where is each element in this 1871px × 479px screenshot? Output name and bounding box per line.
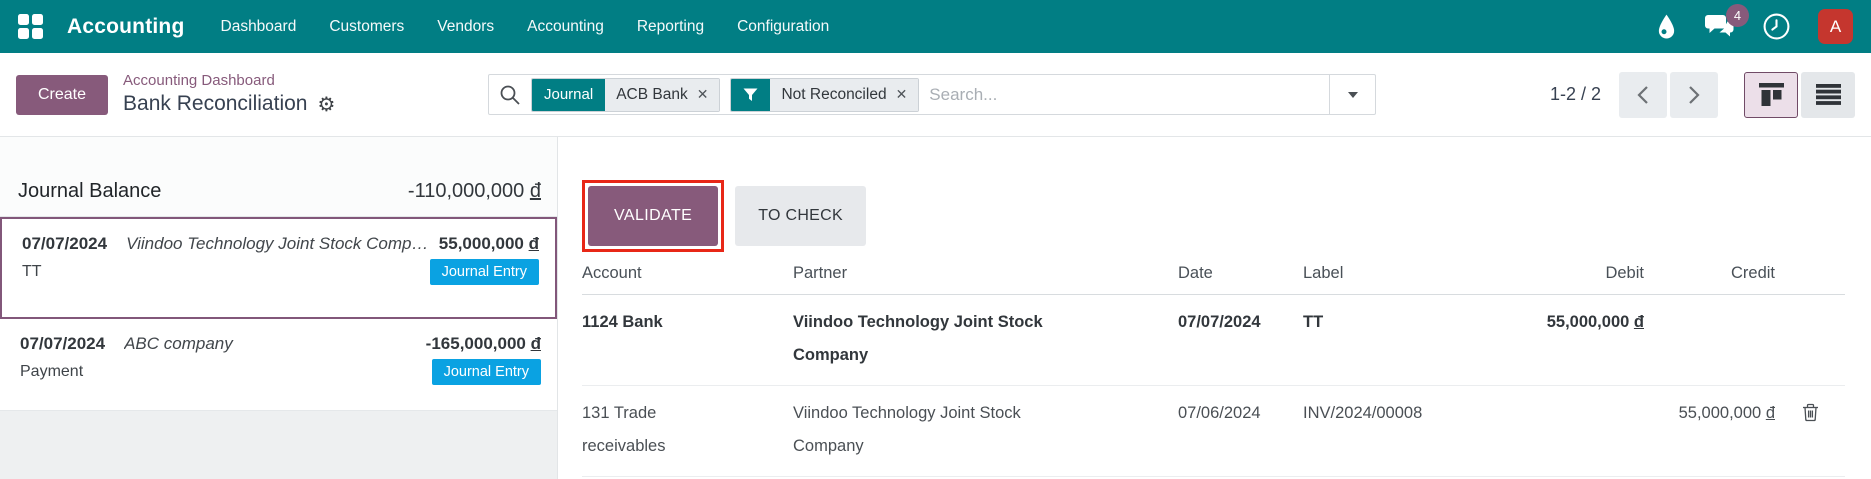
trash-icon xyxy=(1802,403,1818,422)
facet-journal-value: ACB Bank xyxy=(616,85,688,103)
menu-reporting[interactable]: Reporting xyxy=(637,18,704,36)
reconciliation-panel: VALIDATE TO CHECK Account Partner Date L… xyxy=(558,137,1871,479)
cell-account: 1124 Bank xyxy=(582,313,663,331)
journal-entry-badge[interactable]: Journal Entry xyxy=(429,259,539,285)
cell-label: TT xyxy=(1303,313,1324,331)
journal-entry-badge[interactable]: Journal Entry xyxy=(431,359,541,385)
card-date: 07/07/2024 xyxy=(22,234,108,253)
facet-journal-label: Journal xyxy=(532,78,606,111)
cell-credit: 55,000,000 đ xyxy=(1678,404,1775,422)
panel-empty-area xyxy=(0,411,557,479)
list-view-button[interactable] xyxy=(1801,71,1855,118)
column-label: Label xyxy=(1303,264,1344,282)
filter-funnel-icon xyxy=(731,78,771,111)
column-credit: Credit xyxy=(1730,264,1775,282)
table-row[interactable]: 1124 Bank Viindoo Technology Joint Stock… xyxy=(582,295,1845,386)
journal-balance-row: Journal Balance -110,000,000 đ xyxy=(0,137,557,217)
card-amount: 55,000,000 đ xyxy=(438,234,539,253)
card-reference: TT xyxy=(22,263,42,280)
pager-previous-button[interactable] xyxy=(1619,71,1667,118)
breadcrumb-parent-link[interactable]: Accounting Dashboard xyxy=(123,72,335,91)
card-amount: -165,000,000 đ xyxy=(425,334,541,353)
table-row[interactable]: 131 Trade receivables Viindoo Technology… xyxy=(582,386,1845,477)
column-partner: Partner xyxy=(793,264,848,282)
cell-label: INV/2024/00008 xyxy=(1303,404,1423,422)
menu-dashboard[interactable]: Dashboard xyxy=(221,18,297,36)
messages-icon[interactable]: 4 xyxy=(1704,4,1749,40)
cell-partner: Viindoo Technology Joint Stock Company xyxy=(793,313,1043,364)
chevron-down-icon xyxy=(1347,91,1358,98)
menu-vendors[interactable]: Vendors xyxy=(437,18,494,36)
journal-balance-amount: -110,000,000 đ xyxy=(407,180,541,202)
pager-range: 1-2 / 2 xyxy=(1549,84,1601,104)
card-reference: Payment xyxy=(20,363,84,380)
remove-facet-filter-icon[interactable]: ✕ xyxy=(896,87,908,103)
cell-date: 07/07/2024 xyxy=(1178,313,1261,331)
control-panel: Create Accounting Dashboard Bank Reconci… xyxy=(0,53,1871,137)
search-icon xyxy=(499,84,521,106)
search-bar: Journal ACB Bank ✕ Not Reconciled ✕ xyxy=(488,74,1376,115)
menu-configuration[interactable]: Configuration xyxy=(737,18,829,36)
currency-symbol: đ xyxy=(530,334,541,353)
breadcrumb: Accounting Dashboard Bank Reconciliation… xyxy=(123,72,335,117)
currency-symbol: đ xyxy=(528,234,539,253)
journal-balance-label: Journal Balance xyxy=(18,180,162,202)
card-partner: Viindoo Technology Joint Stock Company xyxy=(126,234,429,253)
page-title: Bank Reconciliation xyxy=(123,91,308,115)
currency-symbol: đ xyxy=(529,180,541,202)
cell-account: 131 Trade receivables xyxy=(582,404,666,455)
kanban-view-button[interactable] xyxy=(1744,71,1798,118)
list-view-icon xyxy=(1815,84,1841,105)
remove-facet-journal-icon[interactable]: ✕ xyxy=(697,87,709,103)
card-date: 07/07/2024 xyxy=(20,334,106,353)
create-button[interactable]: Create xyxy=(16,74,109,115)
cell-partner: Viindoo Technology Joint Stock Company xyxy=(793,404,1021,455)
column-date: Date xyxy=(1178,264,1213,282)
statement-line-card[interactable]: 07/07/2024 ABC company -165,000,000 đ Pa… xyxy=(0,319,557,411)
currency-symbol: đ xyxy=(1633,313,1644,331)
user-avatar[interactable]: A xyxy=(1818,9,1853,44)
apps-menu-icon[interactable] xyxy=(18,14,43,39)
search-input[interactable] xyxy=(929,84,1329,105)
cell-debit: 55,000,000 đ xyxy=(1546,313,1644,331)
kanban-view-icon xyxy=(1758,83,1784,106)
validate-button[interactable]: VALIDATE xyxy=(588,186,719,246)
menu-customers[interactable]: Customers xyxy=(329,18,404,36)
main-menu: Dashboard Customers Vendors Accounting R… xyxy=(221,18,830,36)
view-switcher xyxy=(1744,71,1855,118)
search-facet-journal: Journal ACB Bank ✕ xyxy=(531,77,721,112)
facet-filter-value: Not Reconciled xyxy=(781,85,887,103)
drop-icon[interactable] xyxy=(1656,13,1677,41)
menu-accounting[interactable]: Accounting xyxy=(527,18,604,36)
top-navbar: Accounting Dashboard Customers Vendors A… xyxy=(0,0,1871,53)
column-debit: Debit xyxy=(1605,264,1644,282)
app-name: Accounting xyxy=(67,14,185,38)
table-header: Account Partner Date Label Debit Credit xyxy=(582,254,1845,295)
statement-line-card-selected[interactable]: 07/07/2024 Viindoo Technology Joint Stoc… xyxy=(0,217,557,319)
search-facet-filter: Not Reconciled ✕ xyxy=(730,77,920,112)
to-check-button[interactable]: TO CHECK xyxy=(735,186,866,246)
search-options-toggle[interactable] xyxy=(1329,75,1375,114)
delete-line-button[interactable] xyxy=(1802,403,1819,425)
pager-next-button[interactable] xyxy=(1670,71,1718,118)
statement-lines-panel: Journal Balance -110,000,000 đ 07/07/202… xyxy=(0,137,558,479)
cell-date: 07/06/2024 xyxy=(1178,404,1261,422)
activity-clock-icon[interactable] xyxy=(1762,12,1791,41)
messages-count-badge: 4 xyxy=(1726,4,1749,27)
currency-symbol: đ xyxy=(1765,404,1775,422)
validate-annotation-highlight: VALIDATE xyxy=(582,180,725,252)
column-account: Account xyxy=(582,264,642,282)
card-partner: ABC company xyxy=(124,334,233,353)
gear-icon[interactable]: ⚙ xyxy=(317,94,335,114)
